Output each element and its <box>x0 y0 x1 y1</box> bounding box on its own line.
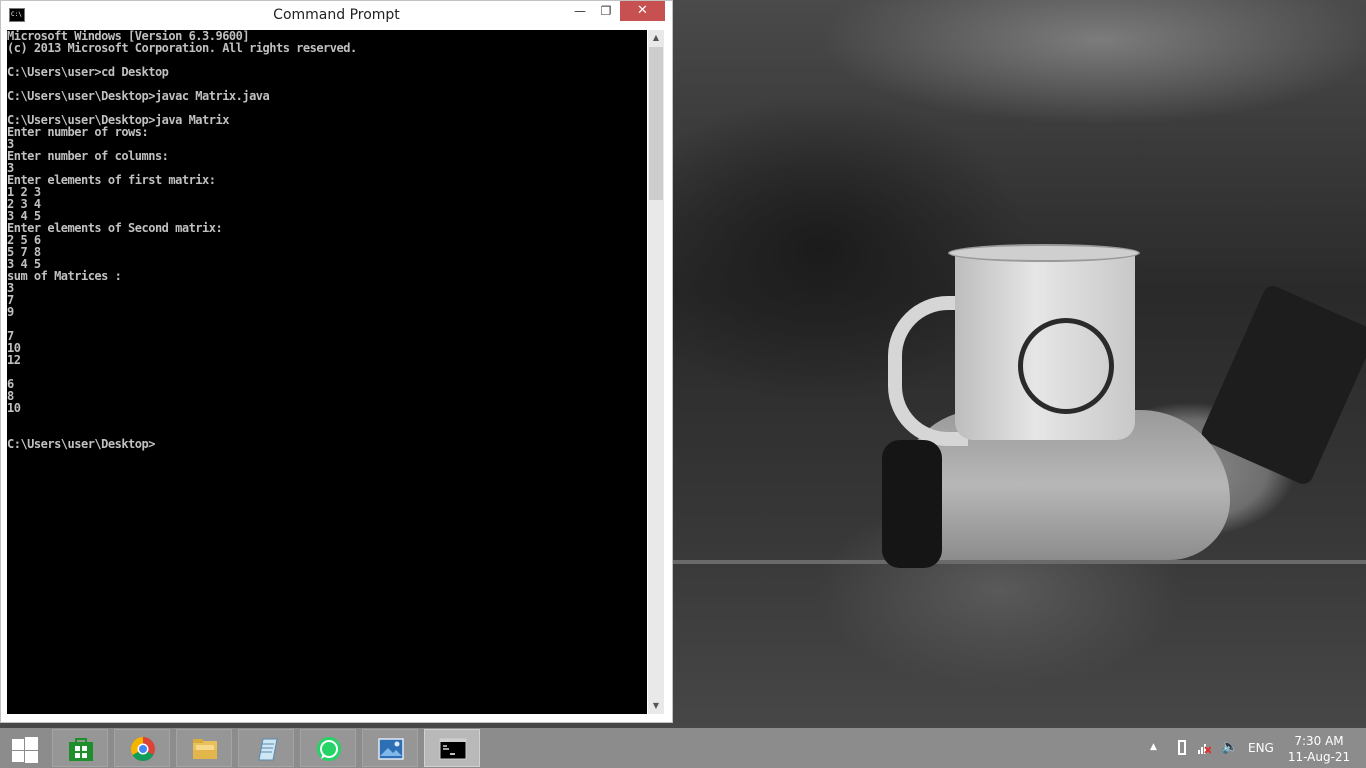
title-bar[interactable]: Command Prompt C:\ — ❐ ✕ <box>1 1 672 30</box>
wallpaper-mug-rim <box>948 244 1140 262</box>
wallpaper-mug-logo <box>1018 318 1114 414</box>
show-hidden-icons-button[interactable]: ▲ <box>1150 742 1157 752</box>
input-language-indicator[interactable]: ENG <box>1248 741 1274 755</box>
windows-logo-pane <box>25 751 38 763</box>
windows-logo-icon <box>12 739 24 750</box>
wallpaper-phone <box>1198 282 1366 488</box>
taskbar: ▲ 🔈 ENG 7:30 AM 11-Aug-21 <box>0 728 1366 768</box>
whatsapp-icon <box>317 737 341 761</box>
scroll-down-arrow-icon[interactable]: ▼ <box>648 698 664 714</box>
wallpaper-table <box>673 560 1366 564</box>
volume-icon[interactable]: 🔈 <box>1221 739 1238 755</box>
store-icon <box>69 738 93 761</box>
chrome-icon <box>130 737 155 762</box>
taskbar-app-store[interactable] <box>52 729 108 767</box>
vertical-scrollbar[interactable]: ▲ ▼ <box>648 30 664 714</box>
taskbar-app-command-prompt[interactable] <box>424 729 480 767</box>
restore-button[interactable]: ❐ <box>593 1 619 21</box>
minimize-button[interactable]: — <box>567 1 593 21</box>
clock[interactable]: 7:30 AM 11-Aug-21 <box>1285 733 1353 765</box>
scroll-thumb[interactable] <box>649 47 663 200</box>
taskbar-app-whatsapp[interactable] <box>300 729 356 767</box>
clock-date: 11-Aug-21 <box>1287 750 1351 764</box>
terminal-icon <box>439 738 467 760</box>
cmd-app-icon[interactable]: C:\ <box>9 8 25 22</box>
start-button[interactable] <box>10 736 38 763</box>
console-output[interactable]: Microsoft Windows [Version 6.3.9600] (c)… <box>7 30 647 714</box>
wallpaper-watch <box>882 440 942 568</box>
network-icon[interactable] <box>1197 742 1211 754</box>
battery-icon[interactable] <box>1178 740 1186 755</box>
console-text: Microsoft Windows [Version 6.3.9600] (c)… <box>7 30 357 451</box>
clock-time: 7:30 AM <box>1294 734 1344 748</box>
command-prompt-window[interactable]: Command Prompt C:\ — ❐ ✕ Microsoft Windo… <box>0 0 673 723</box>
windows-logo-pane <box>25 737 38 750</box>
taskbar-app-chrome[interactable] <box>114 729 170 767</box>
photos-icon <box>378 738 404 760</box>
close-button[interactable]: ✕ <box>620 1 665 21</box>
windows-logo-pane <box>12 751 24 762</box>
taskbar-app-photos[interactable] <box>362 729 418 767</box>
folder-icon <box>193 739 217 759</box>
notepad-icon <box>258 738 278 761</box>
taskbar-app-file-explorer[interactable] <box>176 729 232 767</box>
scroll-up-arrow-icon[interactable]: ▲ <box>648 30 664 46</box>
taskbar-app-notepad[interactable] <box>238 729 294 767</box>
